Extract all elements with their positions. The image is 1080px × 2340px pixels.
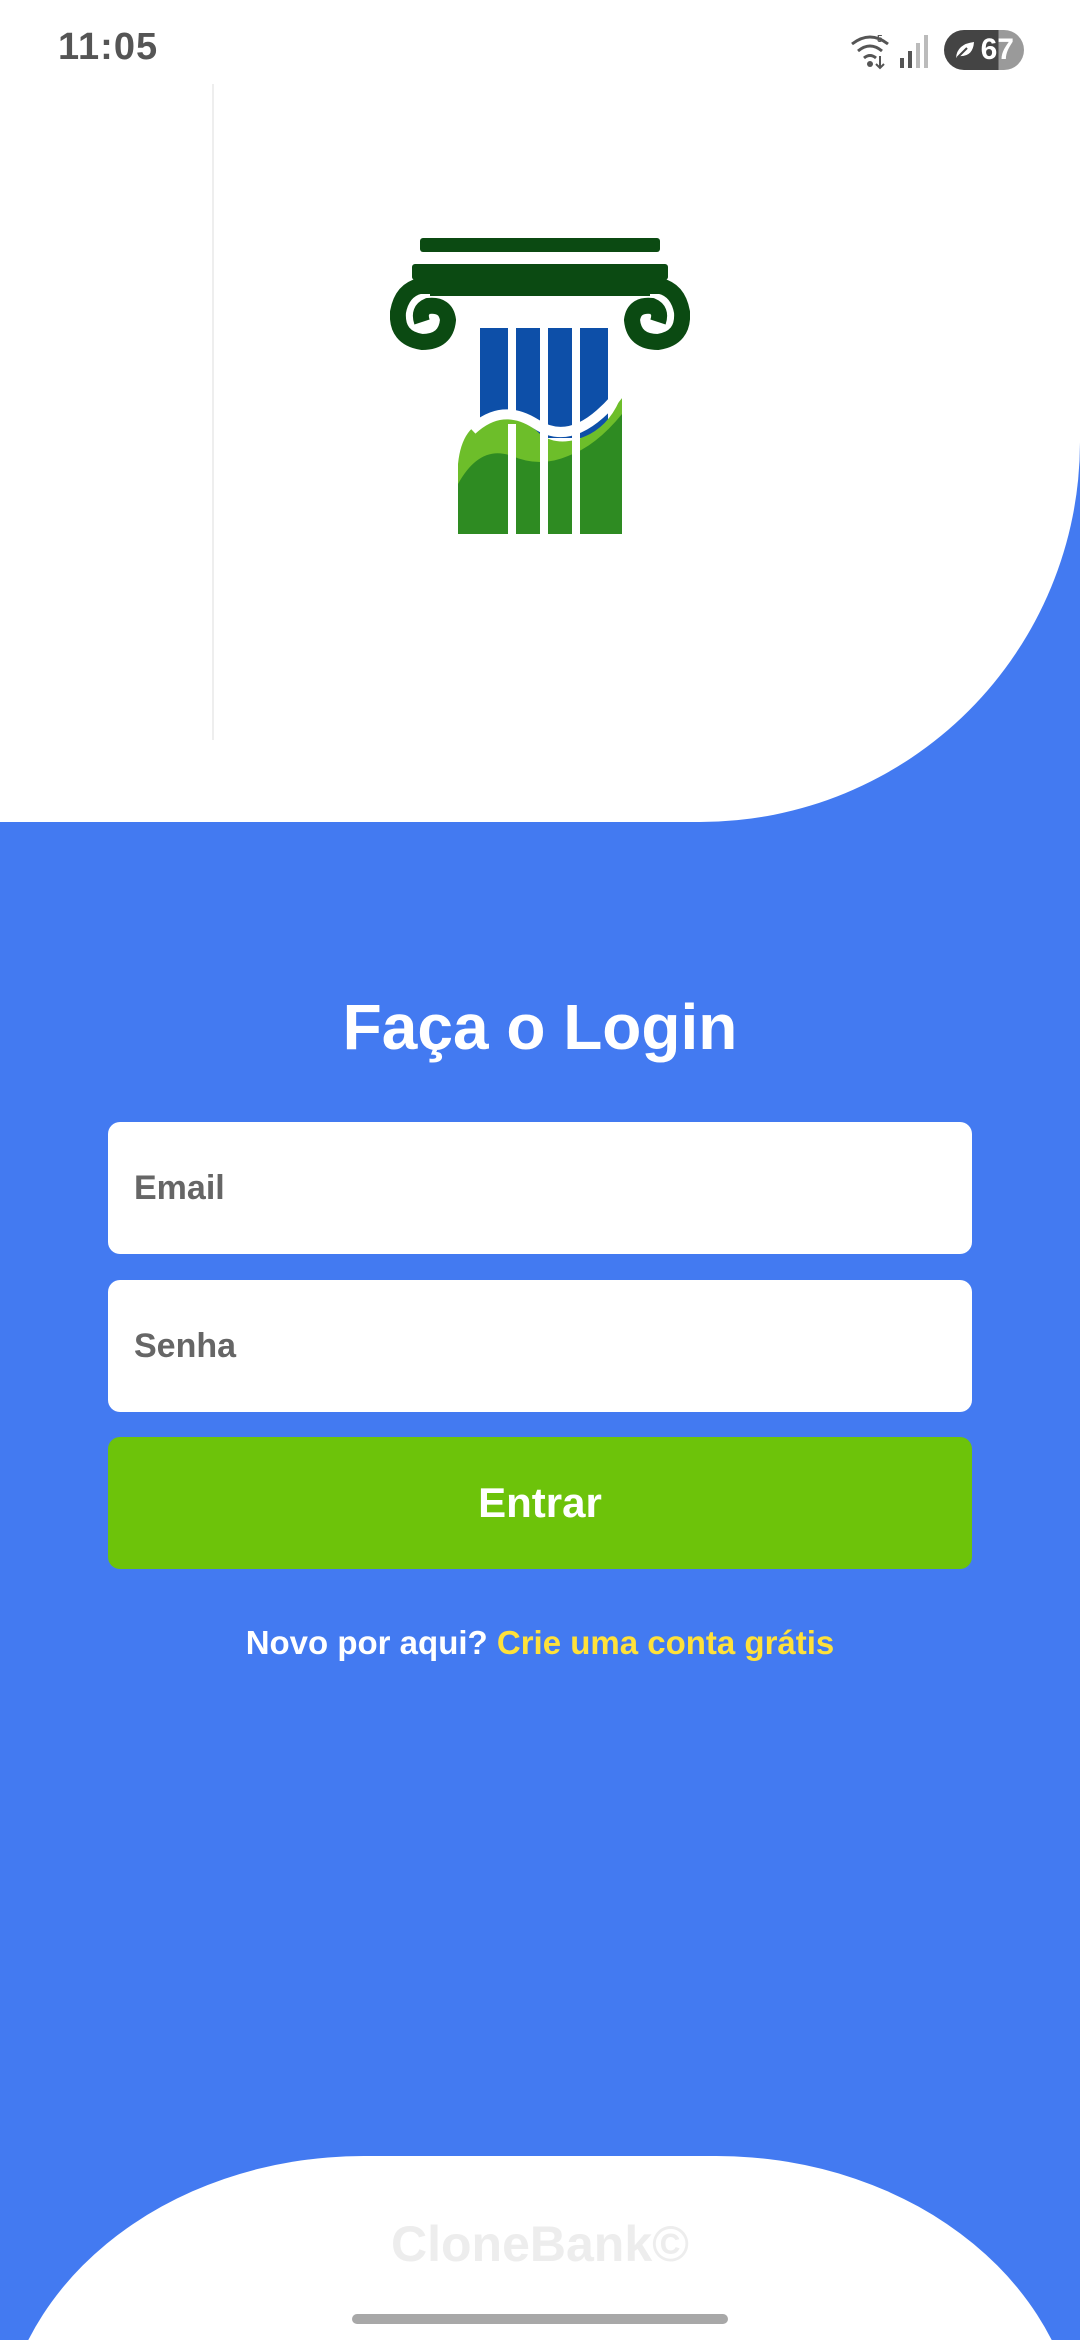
status-time: 11:05 — [58, 26, 159, 68]
wifi-icon: 5 — [851, 34, 889, 70]
signup-prompt: Novo por aqui? — [245, 1624, 497, 1661]
signal-icon — [900, 35, 928, 68]
page-title: Faça o Login — [342, 991, 738, 1063]
wifi-badge: 5 — [877, 34, 883, 45]
password-input[interactable] — [108, 1280, 972, 1412]
brand-footer: CloneBank© — [391, 2216, 689, 2272]
login-button[interactable]: Entrar — [108, 1437, 972, 1569]
battery-indicator: 67 — [944, 30, 1024, 70]
login-screen: 11:05 5 67 Faça o Login Email Entrar Nov… — [0, 0, 1080, 2340]
status-bar: 11:05 5 67 — [0, 0, 1080, 100]
email-input[interactable] — [108, 1122, 972, 1254]
home-indicator[interactable] — [352, 2314, 728, 2324]
bank-pillar-logo — [390, 238, 690, 536]
vertical-divider — [212, 84, 214, 740]
battery-saver-leaf-icon — [956, 42, 974, 59]
create-account-link[interactable]: Crie uma conta grátis — [497, 1624, 834, 1661]
battery-level: 67 — [980, 33, 1014, 66]
signup-row: Novo por aqui? Crie uma conta grátis — [0, 1624, 1080, 1662]
